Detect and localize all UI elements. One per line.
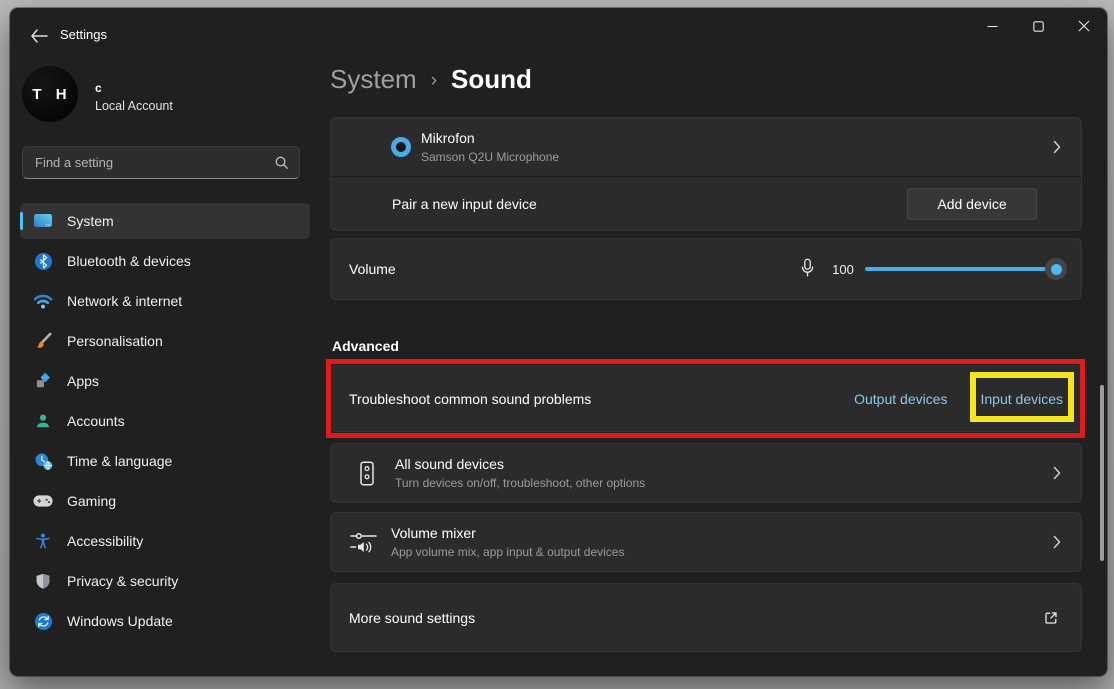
- sidebar-item-personalisation[interactable]: Personalisation: [20, 323, 310, 359]
- speaker-cabinet-icon: [353, 461, 381, 486]
- sidebar-item-label: Windows Update: [67, 613, 173, 629]
- external-link-icon: [1043, 610, 1059, 626]
- sidebar-item-accessibility[interactable]: Accessibility: [20, 523, 310, 559]
- chevron-right-icon: [1053, 140, 1061, 154]
- close-icon: [1078, 20, 1090, 32]
- microphone-subtitle: Samson Q2U Microphone: [421, 150, 559, 164]
- shield-icon: [33, 571, 53, 591]
- time-language-icon: [33, 451, 53, 471]
- chevron-right-icon: [1053, 466, 1061, 480]
- personalisation-icon: [33, 331, 53, 351]
- sidebar-item-windows-update[interactable]: Windows Update: [20, 603, 310, 639]
- account-name: c: [95, 81, 102, 95]
- add-device-button[interactable]: Add device: [907, 188, 1037, 220]
- system-icon: [33, 211, 53, 231]
- breadcrumb-parent[interactable]: System: [330, 64, 417, 95]
- sidebar-item-label: System: [67, 213, 114, 229]
- pair-device-label: Pair a new input device: [392, 196, 537, 212]
- sidebar-item-apps[interactable]: Apps: [20, 363, 310, 399]
- volume-row: Volume 100: [330, 238, 1082, 300]
- radio-selected-icon[interactable]: [391, 137, 411, 157]
- microphone-title: Mikrofon: [421, 130, 559, 146]
- maximize-button[interactable]: [1015, 8, 1061, 44]
- microphone-row[interactable]: Mikrofon Samson Q2U Microphone: [331, 118, 1081, 176]
- close-button[interactable]: [1061, 8, 1107, 44]
- windows-update-icon: [33, 611, 53, 631]
- sidebar-item-bluetooth[interactable]: Bluetooth & devices: [20, 243, 310, 279]
- all-sound-devices-title: All sound devices: [395, 456, 645, 472]
- sidebar-item-time-language[interactable]: Time & language: [20, 443, 310, 479]
- sidebar-item-label: Accounts: [67, 413, 125, 429]
- gaming-icon: [33, 491, 53, 511]
- search-icon: [274, 155, 289, 175]
- volume-slider[interactable]: [865, 258, 1067, 280]
- input-device-card-group: Mikrofon Samson Q2U Microphone Pair a ne…: [330, 117, 1082, 231]
- all-sound-devices-subtitle: Turn devices on/off, troubleshoot, other…: [395, 476, 645, 490]
- avatar[interactable]: T H: [22, 66, 78, 122]
- sidebar-item-label: Privacy & security: [67, 573, 178, 589]
- sidebar-item-label: Network & internet: [67, 293, 182, 309]
- output-devices-link[interactable]: Output devices: [854, 391, 947, 407]
- network-icon: [33, 291, 53, 311]
- back-button[interactable]: [24, 24, 54, 48]
- volume-mixer-row[interactable]: Volume mixer App volume mix, app input &…: [330, 512, 1082, 572]
- slider-track[interactable]: [865, 267, 1047, 271]
- volume-label: Volume: [349, 261, 396, 277]
- volume-mixer-icon: [349, 531, 377, 554]
- search-box: [22, 146, 300, 179]
- more-sound-settings-label: More sound settings: [349, 610, 475, 626]
- more-sound-settings-row[interactable]: More sound settings: [330, 583, 1082, 652]
- slider-thumb[interactable]: [1045, 258, 1067, 280]
- sidebar-item-label: Time & language: [67, 453, 172, 469]
- screenshot-root: { "titlebar": { "app_title": "Settings" …: [0, 0, 1114, 689]
- maximize-icon: [1033, 21, 1044, 32]
- all-sound-devices-row[interactable]: All sound devices Turn devices on/off, t…: [330, 443, 1082, 503]
- search-input[interactable]: [23, 147, 299, 178]
- app-title: Settings: [60, 27, 107, 42]
- volume-mixer-subtitle: App volume mix, app input & output devic…: [391, 545, 624, 559]
- sidebar-item-gaming[interactable]: Gaming: [20, 483, 310, 519]
- troubleshoot-row: Troubleshoot common sound problems Outpu…: [330, 365, 1082, 432]
- sidebar-item-label: Gaming: [67, 493, 116, 509]
- sidebar-nav: System Bluetooth & devices Network & int…: [20, 203, 310, 639]
- accounts-icon: [33, 411, 53, 431]
- caption-buttons: [969, 8, 1107, 44]
- sidebar-item-accounts[interactable]: Accounts: [20, 403, 310, 439]
- pair-device-row: Pair a new input device Add device: [331, 176, 1081, 230]
- back-arrow-icon: [30, 29, 48, 43]
- sidebar-item-network[interactable]: Network & internet: [20, 283, 310, 319]
- breadcrumb-separator-icon: ›: [431, 70, 437, 92]
- apps-icon: [33, 371, 53, 391]
- bluetooth-icon: [33, 251, 53, 271]
- sidebar-item-label: Accessibility: [67, 533, 143, 549]
- page-title: Sound: [451, 64, 532, 95]
- microphone-glyph-icon: [800, 258, 815, 281]
- sidebar-item-label: Apps: [67, 373, 99, 389]
- sidebar-item-privacy-security[interactable]: Privacy & security: [20, 563, 310, 599]
- volume-value: 100: [829, 262, 857, 277]
- scrollbar-thumb[interactable]: [1100, 385, 1104, 561]
- breadcrumb: System › Sound: [330, 64, 532, 95]
- account-type: Local Account: [95, 99, 173, 113]
- minimize-button[interactable]: [969, 8, 1015, 44]
- troubleshoot-label: Troubleshoot common sound problems: [349, 391, 591, 407]
- input-devices-link[interactable]: Input devices: [981, 391, 1064, 407]
- volume-mixer-title: Volume mixer: [391, 525, 624, 541]
- accessibility-icon: [33, 531, 53, 551]
- section-header-advanced: Advanced: [332, 338, 399, 354]
- sidebar-item-label: Bluetooth & devices: [67, 253, 191, 269]
- chevron-right-icon: [1053, 535, 1061, 549]
- minimize-icon: [987, 21, 998, 32]
- sidebar-item-system[interactable]: System: [20, 203, 310, 239]
- settings-window: Settings T H c Local Account: [10, 8, 1107, 676]
- sidebar-item-label: Personalisation: [67, 333, 163, 349]
